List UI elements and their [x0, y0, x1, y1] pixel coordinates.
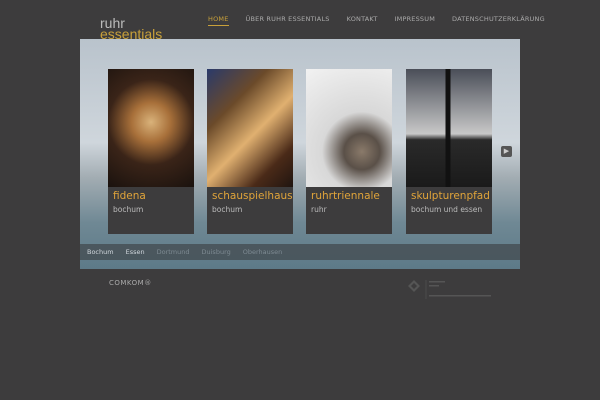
- award-badge-logo: [408, 280, 491, 299]
- chevron-right-icon[interactable]: ▶: [501, 146, 512, 157]
- tab-oberhausen[interactable]: Oberhausen: [243, 248, 283, 256]
- nav-impressum[interactable]: IMPRESSUM: [395, 15, 436, 26]
- card-title: ruhrtriennale: [311, 190, 380, 202]
- nav-kontakt[interactable]: KONTAKT: [347, 15, 378, 26]
- card-subtitle: bochum: [113, 205, 144, 214]
- card-skulpturenpfad[interactable]: skulpturenpfad bochum und essen: [406, 69, 492, 234]
- card-image: [406, 69, 492, 187]
- card-subtitle: ruhr: [311, 205, 327, 214]
- card-image: [108, 69, 194, 187]
- tab-dortmund[interactable]: Dortmund: [157, 248, 190, 256]
- site-logo[interactable]: ruhr essentials: [100, 16, 162, 41]
- card-ruhrtriennale[interactable]: ruhrtriennale ruhr: [306, 69, 392, 234]
- slider: fidena bochum schauspielhaus bochum ruhr…: [80, 39, 520, 269]
- card-schauspielhaus[interactable]: schauspielhaus bochum: [207, 69, 293, 234]
- card-title: schauspielhaus: [212, 190, 293, 202]
- nav-datenschutz[interactable]: DATENSCHUTZERKLÄRUNG: [452, 15, 545, 26]
- card-title: skulpturenpfad: [411, 190, 490, 202]
- card-subtitle: bochum: [212, 205, 243, 214]
- card-image: [306, 69, 392, 187]
- nav-home[interactable]: HOME: [208, 15, 229, 26]
- tab-essen[interactable]: Essen: [126, 248, 145, 256]
- card-subtitle: bochum und essen: [411, 205, 483, 214]
- footer-brand[interactable]: COMKOM®: [109, 279, 152, 287]
- tab-bochum[interactable]: Bochum: [87, 248, 114, 256]
- nav-ueber[interactable]: ÜBER RUHR ESSENTIALS: [246, 15, 330, 26]
- card-title: fidena: [113, 190, 146, 202]
- city-tabs: Bochum Essen Dortmund Duisburg Oberhause…: [80, 244, 520, 260]
- main-nav: HOME ÜBER RUHR ESSENTIALS KONTAKT IMPRES…: [208, 15, 545, 26]
- card-fidena[interactable]: fidena bochum: [108, 69, 194, 234]
- tab-duisburg[interactable]: Duisburg: [202, 248, 231, 256]
- card-image: [207, 69, 293, 187]
